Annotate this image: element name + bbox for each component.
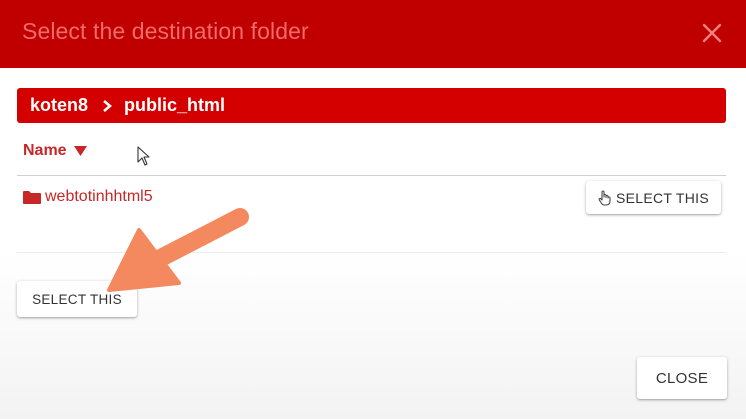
row-select-this-label: SELECT THIS (615, 189, 710, 206)
dialog-body-background (0, 252, 746, 419)
chevron-right-icon (103, 99, 113, 112)
dialog-header: Select the destination folder (0, 0, 746, 68)
folder-icon (23, 191, 41, 204)
list-item[interactable]: webtotinhhtml5 SELECT THIS (17, 176, 726, 252)
mouse-cursor-icon (137, 146, 150, 166)
breadcrumb-item-koten8[interactable]: koten8 (30, 95, 88, 116)
breadcrumb: koten8 public_html (17, 88, 726, 123)
sort-desc-icon (73, 146, 87, 156)
select-destination-dialog: Select the destination folder koten8 pub… (0, 0, 746, 419)
select-this-button[interactable]: SELECT THIS (17, 281, 137, 317)
name-column-label: Name (23, 142, 67, 159)
folder-name-link[interactable]: webtotinhhtml5 (45, 188, 153, 206)
row-select-this-button[interactable]: SELECT THIS (586, 181, 721, 214)
dialog-title: Select the destination folder (22, 18, 309, 44)
breadcrumb-item-public-html[interactable]: public_html (124, 95, 225, 116)
row-divider (17, 252, 726, 253)
close-icon[interactable] (698, 19, 726, 47)
name-column-header[interactable]: Name (23, 142, 87, 160)
close-button[interactable]: CLOSE (637, 357, 727, 399)
hand-pointer-icon (598, 189, 611, 206)
